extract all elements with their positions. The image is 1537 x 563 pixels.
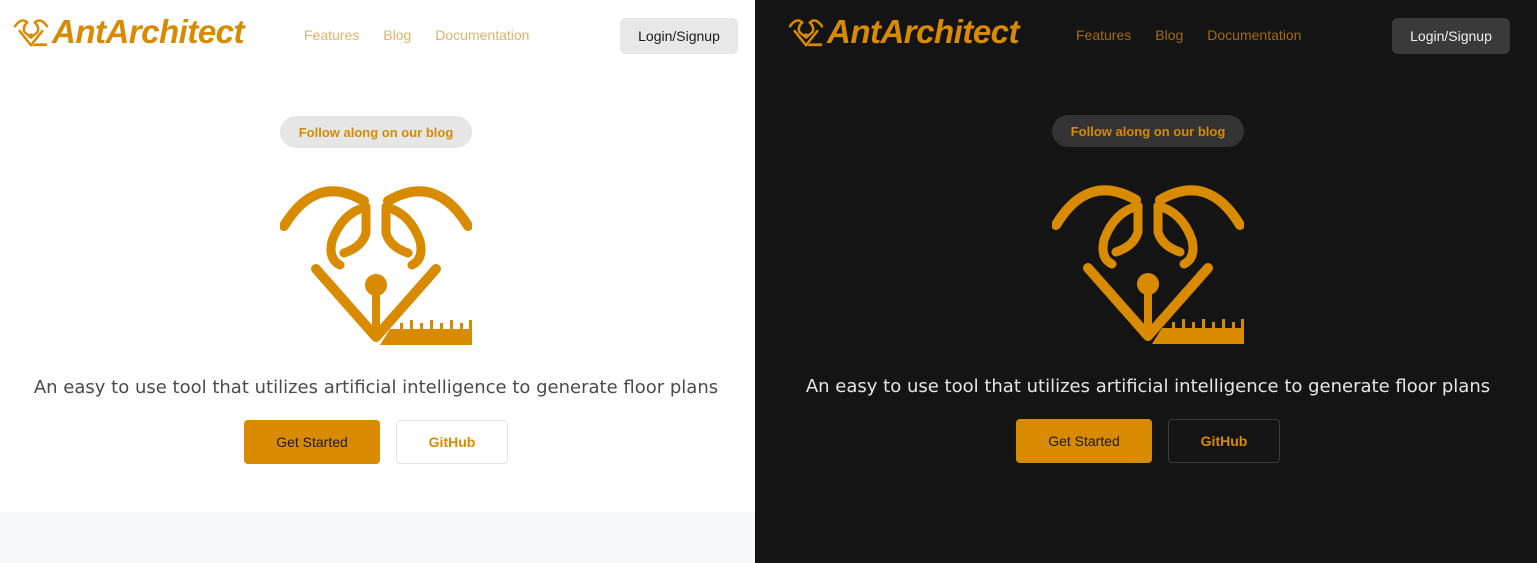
footer-band	[0, 512, 755, 563]
brand-name: AntArchitect	[52, 13, 245, 50]
hero-tagline: An easy to use tool that utilizes artifi…	[33, 377, 719, 398]
login-signup-button[interactable]: Login/Signup	[620, 18, 738, 54]
ant-architect-logo-icon	[788, 19, 824, 47]
nav-link-blog[interactable]: Blog	[383, 27, 411, 43]
dark-theme-panel: AntArchitect Features Blog Documentation…	[755, 0, 1537, 563]
ant-architect-logo-icon	[280, 186, 472, 345]
ant-architect-logo-icon	[1052, 185, 1244, 344]
ant-architect-logo-icon	[13, 19, 49, 47]
github-button[interactable]: GitHub	[396, 420, 508, 464]
main-nav: Features Blog Documentation	[1076, 27, 1325, 43]
brand-link[interactable]: AntArchitect	[12, 12, 245, 52]
get-started-button[interactable]: Get Started	[1016, 419, 1152, 463]
brand-link[interactable]: AntArchitect	[787, 12, 1020, 52]
nav-link-features[interactable]: Features	[304, 27, 359, 43]
nav-link-documentation[interactable]: Documentation	[435, 27, 529, 43]
login-signup-button[interactable]: Login/Signup	[1392, 18, 1510, 54]
main-nav: Features Blog Documentation	[304, 27, 553, 43]
blog-pill-link[interactable]: Follow along on our blog	[1052, 115, 1244, 147]
get-started-button[interactable]: Get Started	[244, 420, 380, 464]
hero-tagline: An easy to use tool that utilizes artifi…	[805, 376, 1491, 397]
github-button[interactable]: GitHub	[1168, 419, 1280, 463]
nav-link-documentation[interactable]: Documentation	[1207, 27, 1301, 43]
blog-pill-link[interactable]: Follow along on our blog	[280, 116, 472, 148]
brand-name: AntArchitect	[827, 13, 1020, 50]
nav-link-features[interactable]: Features	[1076, 27, 1131, 43]
light-theme-panel: AntArchitect Features Blog Documentation…	[0, 0, 755, 563]
nav-link-blog[interactable]: Blog	[1155, 27, 1183, 43]
